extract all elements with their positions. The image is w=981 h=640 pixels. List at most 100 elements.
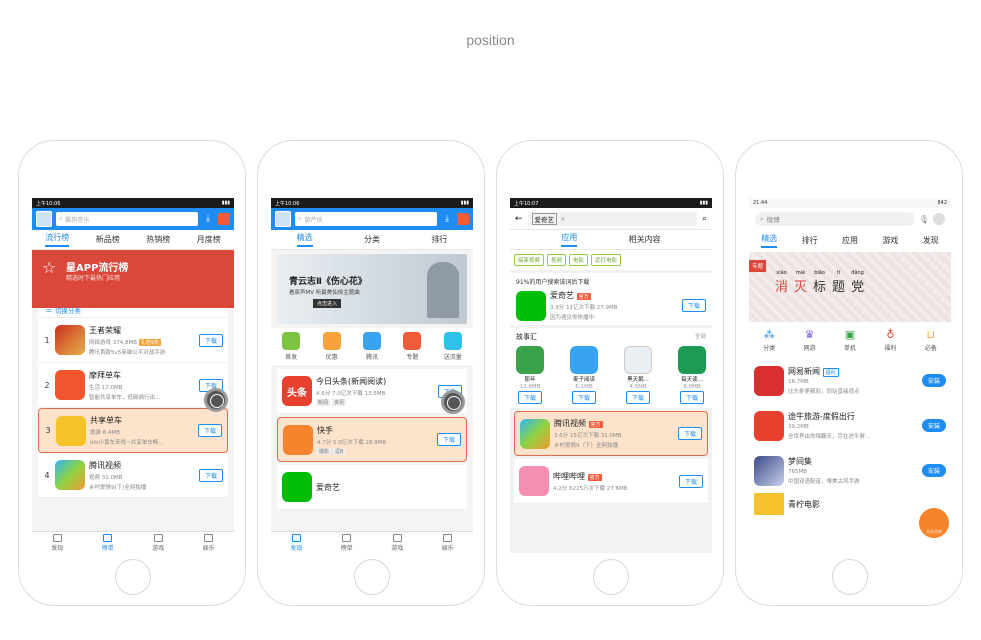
download-button[interactable]: 下载 bbox=[678, 474, 703, 488]
tab-apps[interactable]: 应用 bbox=[561, 232, 578, 247]
avatar[interactable] bbox=[275, 211, 291, 227]
tab-ranking[interactable]: 排行 bbox=[431, 234, 447, 245]
list-item[interactable]: 2 摩拜单车 生活 17.0MB 智能共享单车，低碳骑行出... 下载 bbox=[38, 363, 228, 408]
install-button[interactable]: 安装 bbox=[921, 464, 946, 477]
back-arrow-icon[interactable]: ← bbox=[515, 214, 523, 224]
cat-all[interactable]: ⁂ 分类 bbox=[763, 328, 775, 352]
tab-games[interactable]: 游戏 bbox=[882, 235, 898, 246]
download-button[interactable]: 下载 bbox=[197, 424, 222, 437]
avatar[interactable] bbox=[36, 211, 52, 227]
app-meta: 3.9分 11亿次下载 27.9MB bbox=[550, 305, 618, 311]
banner-enter-button[interactable]: 点击进入 bbox=[313, 299, 342, 308]
install-button[interactable]: 安装 bbox=[921, 419, 946, 432]
list-item-highlighted[interactable]: 腾讯视频 官方 3.6分 15亿次下载 31.0MB 乡村爱情9（下）全网独播 … bbox=[514, 411, 708, 456]
download-button[interactable]: 下载 bbox=[679, 391, 704, 404]
nav-charts[interactable]: 榜单 bbox=[102, 533, 114, 552]
phone-3-screen: 上午10:07 ▮▮▮ ← 爱奇艺 × ⌕ 应用 相关内容 搞笑视频 视频 电影… bbox=[510, 198, 712, 553]
tab-ranking[interactable]: 排行 bbox=[802, 235, 818, 246]
search-input[interactable]: 爱奇艺 × bbox=[527, 211, 697, 226]
chip[interactable]: 搞笑视频 bbox=[514, 254, 545, 266]
tab-featured[interactable]: 精选 bbox=[296, 232, 313, 247]
install-button[interactable]: 安装 bbox=[921, 374, 946, 387]
home-button[interactable] bbox=[832, 559, 868, 595]
list-item[interactable]: 途牛旅游-度假出行 39.2MB 全世界由你嗨翻天，尽在途牛屏... 安装 bbox=[749, 403, 951, 448]
grid-item[interactable]: 那年 12.6MB 下载 bbox=[516, 346, 544, 404]
download-icon[interactable]: ⤓ bbox=[202, 212, 214, 226]
promo-banner[interactable]: 青云志Ⅱ《伤心花》 看原声MV 听最美仙侠主题曲 点击进入 bbox=[277, 254, 467, 324]
bag-icon[interactable] bbox=[457, 213, 469, 225]
download-button[interactable]: 下载 bbox=[681, 299, 706, 312]
see-all-link[interactable]: 全部 bbox=[695, 332, 706, 342]
list-item-highlighted[interactable]: 快手 4.7分 5.0亿次下载 28.9MB 摄影 逗B 下载 bbox=[277, 417, 467, 462]
nav-charts[interactable]: 榜单 bbox=[341, 533, 353, 552]
nav-discover[interactable]: 发现 bbox=[290, 533, 302, 552]
home-button[interactable] bbox=[593, 559, 629, 595]
chip[interactable]: 武打电影 bbox=[591, 254, 622, 266]
search-placeholder: 微博 bbox=[766, 216, 780, 224]
cat-tencent[interactable]: 腾讯 bbox=[362, 332, 381, 361]
caption: position bbox=[466, 32, 515, 48]
download-button[interactable]: 下载 bbox=[571, 391, 596, 404]
search-input[interactable]: ⌕ 酷狗音乐 bbox=[56, 212, 198, 226]
cat-data[interactable]: 送流量 bbox=[443, 332, 462, 361]
grid-item[interactable]: 黑天鹅... 4.6MB 下载 bbox=[624, 346, 652, 404]
list-item[interactable]: 头条 今日头条(新闻阅读) 4.6分 7.0亿次下载 13.5MB 新闻资讯 下… bbox=[277, 369, 467, 414]
grid-item[interactable]: 每天读... 8.0MB 下载 bbox=[678, 346, 706, 404]
chip[interactable]: 视频 bbox=[547, 254, 567, 266]
assistive-touch-button[interactable] bbox=[204, 388, 228, 412]
cat-topics[interactable]: 专题 bbox=[403, 332, 422, 361]
tab-categories[interactable]: 分类 bbox=[364, 234, 380, 245]
nav-entertainment[interactable]: 娱乐 bbox=[203, 533, 215, 552]
search-icon[interactable]: ⌕ bbox=[702, 214, 707, 224]
cat-essential[interactable]: ⊔ 必备 bbox=[925, 328, 937, 352]
list-item[interactable]: 梦间集 765MB 中国双语配音，唯美古风手游 安装 bbox=[749, 448, 951, 493]
chip[interactable]: 电影 bbox=[569, 254, 589, 266]
download-button[interactable]: 下载 bbox=[436, 433, 461, 446]
tab-apps[interactable]: 应用 bbox=[842, 235, 858, 246]
list-item[interactable]: 4 腾讯视频 视频 31.0MB 乡村爱情9(下)全网独播 下载 bbox=[38, 453, 228, 498]
cat-debut[interactable]: 首发 bbox=[282, 332, 301, 361]
download-icon[interactable]: ⤓ bbox=[441, 212, 453, 226]
avatar[interactable] bbox=[933, 213, 945, 225]
cat-deals[interactable]: 优惠 bbox=[322, 332, 341, 361]
clear-chip-icon[interactable]: × bbox=[560, 215, 565, 223]
download-button[interactable]: 下载 bbox=[198, 333, 223, 347]
download-button[interactable]: 下载 bbox=[198, 468, 223, 482]
grid-item[interactable]: 麦子阅读 6.1MB 下载 bbox=[570, 346, 598, 404]
nav-discover[interactable]: 发现 bbox=[51, 533, 63, 552]
list-item[interactable]: 爱奇艺 bbox=[277, 465, 467, 510]
tab-popular[interactable]: 流行榜 bbox=[45, 232, 70, 247]
topic-banner[interactable]: 专题 xiāo 消 miè 灭 biāo 标 tí 题 dǎng 党 bbox=[749, 252, 951, 322]
list-item[interactable]: 1 王者荣耀 网络游戏 374.8MB 礼包9天 腾讯首款5v5英雄公平对战手游… bbox=[38, 318, 228, 363]
tab-featured[interactable]: 精选 bbox=[761, 233, 778, 248]
search-input[interactable]: ⌕ 葫芦侠 bbox=[295, 212, 437, 226]
tuniu-icon bbox=[754, 410, 784, 441]
download-button[interactable]: 下载 bbox=[677, 427, 702, 440]
bag-icon[interactable] bbox=[218, 213, 230, 225]
tab-hot[interactable]: 热销榜 bbox=[146, 234, 170, 245]
list-item-highlighted[interactable]: 3 共享单车 旅游 8.4MB ofo小黄车来啦~共享单车畅... 下载 bbox=[38, 408, 228, 453]
microphone-icon[interactable]: 🎙 bbox=[919, 215, 929, 224]
cat-welfare[interactable]: ♁ 福利 bbox=[884, 328, 896, 352]
download-button[interactable]: 下载 bbox=[517, 391, 542, 404]
list-item[interactable]: 爱奇艺 官方 3.9分 11亿次下载 27.9MB 因为遇见你热播中 下载 bbox=[516, 290, 706, 321]
float-label: 大众点评 bbox=[926, 529, 942, 534]
tab-discover[interactable]: 发现 bbox=[923, 235, 939, 246]
home-button[interactable] bbox=[354, 559, 390, 595]
tab-related[interactable]: 相关内容 bbox=[629, 234, 661, 245]
download-button[interactable]: 下载 bbox=[625, 391, 650, 404]
nav-entertainment[interactable]: 娱乐 bbox=[442, 533, 454, 552]
cat-single[interactable]: ▣ 单机 bbox=[844, 328, 856, 352]
list-item[interactable]: 网易新闻 福利 16.7MB 比头条更精彩，同站直接观点 安装 bbox=[749, 358, 951, 403]
assistive-touch-button[interactable] bbox=[441, 390, 465, 414]
search-input[interactable]: ⌕ 微博 bbox=[755, 212, 915, 226]
nav-games[interactable]: 游戏 bbox=[391, 533, 403, 552]
tab-monthly[interactable]: 月度榜 bbox=[197, 234, 221, 245]
list-item[interactable]: 哔哩哔哩 官方 4.2分 6225万次下载 27.6MB 下载 bbox=[514, 459, 708, 504]
cat-online[interactable]: ♛ 网游 bbox=[804, 328, 816, 352]
tab-new[interactable]: 新品榜 bbox=[96, 234, 120, 245]
nav-games[interactable]: 游戏 bbox=[152, 533, 164, 552]
list-item[interactable]: 青柠电影 bbox=[749, 493, 951, 515]
dianping-float-button[interactable]: 大众点评 bbox=[919, 508, 949, 538]
home-button[interactable] bbox=[115, 559, 151, 595]
